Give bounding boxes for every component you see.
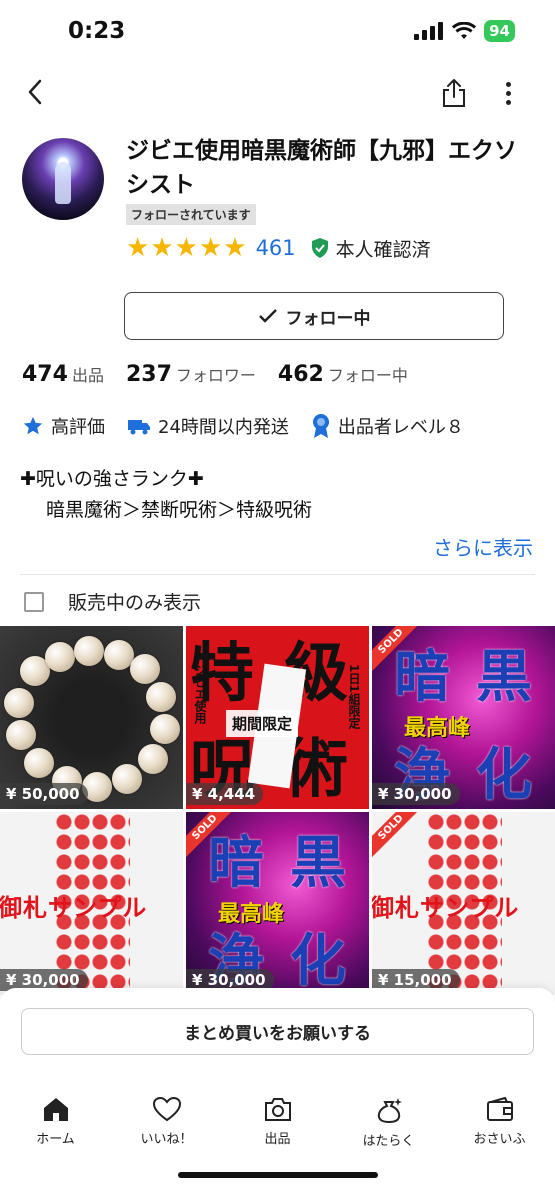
badge-label: 出品者レベル８ <box>337 417 464 438</box>
item-image-text: 黒 <box>476 644 532 710</box>
star-icon: ★ <box>223 233 247 263</box>
item-image-text: 御札サンプル <box>0 894 148 922</box>
wifi-icon <box>452 22 477 39</box>
tab-home[interactable]: ホーム <box>0 1096 111 1149</box>
more-icon[interactable] <box>501 76 515 110</box>
item-image-text: 暗 <box>394 644 450 710</box>
status-icons: 94 <box>414 20 515 42</box>
tab-work[interactable]: はたらく <box>333 1096 444 1149</box>
tab-sell[interactable]: 出品 <box>222 1096 333 1149</box>
signal-icon <box>414 22 444 40</box>
home-indicator <box>178 1172 378 1178</box>
on-sale-checkbox[interactable] <box>24 591 44 612</box>
nav-bar <box>0 64 555 120</box>
divider <box>20 574 535 575</box>
description-line: 暗黒魔術＞禁断呪術＞特級呪術 <box>46 499 313 521</box>
on-sale-filter-label: 販売中のみ表示 <box>68 592 202 614</box>
item-grid: ¥ 50,000 特 級 呪 術 ジビエ使用 1日1組限定 期間限定 ¥ 4,4… <box>0 626 555 995</box>
badge-label: 高評価 <box>51 417 105 438</box>
item-image-text: 御札サンプル <box>372 894 520 922</box>
tab-label: おさいふ <box>473 1132 526 1147</box>
shop-name: ジビエ使用暗黒魔術師【九邪】エクソシスト <box>126 138 517 198</box>
star-icon: ★ <box>150 233 174 263</box>
home-icon <box>43 1098 68 1121</box>
followers-label: フォロワー <box>175 366 256 385</box>
item-price: ¥ 50,000 <box>0 783 88 805</box>
star-icon: ★ <box>174 233 198 263</box>
item-price: ¥ 30,000 <box>372 783 460 805</box>
item-tile[interactable]: 暗 黒 最高峰 浄 化 SOLD ¥ 30,000 <box>372 626 555 809</box>
rating-count[interactable]: 461 <box>256 236 296 260</box>
badge-fast-shipping: 24時間以内発送 <box>127 413 289 439</box>
item-price: ¥ 4,444 <box>186 783 264 805</box>
tab-label: はたらく <box>362 1134 415 1149</box>
item-tile[interactable]: 御札サンプル SOLD ¥ 15,000 <box>372 812 555 995</box>
truck-icon <box>128 420 150 435</box>
star-icon: ★ <box>198 233 223 263</box>
following-count[interactable]: 462 <box>278 362 324 387</box>
followed-badge: フォローされています <box>126 204 256 225</box>
followers-count[interactable]: 237 <box>126 362 172 387</box>
bottom-sheet: まとめ買いをお願いする ホーム いいね！ 出品 はたらく おさいふ <box>0 988 555 1200</box>
bundle-purchase-button[interactable]: まとめ買いをお願いする <box>21 1008 534 1055</box>
seller-badges: 高評価 24時間以内発送 出品者レベル８ <box>22 413 486 439</box>
on-sale-filter[interactable]: 販売中のみ表示 <box>24 588 201 615</box>
star-icon <box>23 416 43 435</box>
description-line: ✚呪いの強さランク✚ <box>20 468 204 490</box>
wallet-icon <box>486 1096 513 1121</box>
listings-count[interactable]: 474 <box>22 362 68 387</box>
show-more-link[interactable]: さらに表示 <box>433 532 533 561</box>
tab-label: 出品 <box>264 1132 291 1147</box>
rating-row[interactable]: ★ ★ ★ ★ ★ 461 本人確認済 <box>126 234 431 262</box>
item-tile[interactable]: 特 級 呪 術 ジビエ使用 1日1組限定 期間限定 ¥ 4,444 <box>186 626 369 809</box>
tab-wallet[interactable]: おさいふ <box>444 1096 555 1149</box>
badge-label: 24時間以内発送 <box>158 417 289 438</box>
item-image-text: 期間限定 <box>226 710 299 737</box>
item-image-text: 1日1組限定 <box>347 664 361 729</box>
camera-icon <box>264 1098 291 1121</box>
status-bar: 0:23 94 <box>0 0 555 64</box>
shop-description: ✚呪いの強さランク✚ 暗黒魔術＞禁断呪術＞特級呪術 <box>20 464 312 526</box>
tab-likes[interactable]: いいね！ <box>111 1096 222 1149</box>
profile-header: ジビエ使用暗黒魔術師【九邪】エクソシスト フォローされています ★ ★ ★ ★ … <box>0 120 555 270</box>
money-bag-icon <box>377 1098 402 1124</box>
heart-icon <box>152 1096 181 1122</box>
item-image-text: ジビエ使用 <box>193 664 207 724</box>
check-icon <box>258 309 277 323</box>
tab-label: ホーム <box>36 1132 75 1147</box>
following-button[interactable]: フォロー中 <box>124 292 504 340</box>
badge-seller-level: 出品者レベル８ <box>311 413 464 439</box>
following-button-label: フォロー中 <box>285 308 371 329</box>
medal-icon <box>312 414 329 438</box>
share-icon[interactable] <box>439 76 469 110</box>
battery-indicator: 94 <box>484 20 515 42</box>
following-label: フォロー中 <box>327 366 408 385</box>
item-image-text: 黒 <box>290 830 346 896</box>
shop-stats: 474 出品 237 フォロワー 462 フォロー中 <box>22 362 430 387</box>
item-image-text: 化 <box>290 928 346 994</box>
sold-badge: SOLD <box>372 812 429 865</box>
item-tile[interactable]: ¥ 50,000 <box>0 626 183 809</box>
item-tile[interactable]: 暗 黒 最高峰 浄 化 SOLD ¥ 30,000 <box>186 812 369 995</box>
badge-high-rating: 高評価 <box>22 413 105 439</box>
item-tile[interactable]: 御札サンプル ¥ 30,000 <box>0 812 183 995</box>
status-time: 0:23 <box>68 18 126 44</box>
tab-label: いいね！ <box>140 1132 193 1147</box>
avatar[interactable] <box>22 138 104 220</box>
verified-shield-icon <box>311 238 328 258</box>
back-icon[interactable] <box>20 74 50 110</box>
verified-label: 本人確認済 <box>335 238 431 261</box>
item-image-text: 暗 <box>208 830 264 896</box>
tab-bar: ホーム いいね！ 出品 はたらく おさいふ <box>0 1096 555 1149</box>
listings-label: 出品 <box>71 366 104 385</box>
item-image-text: 化 <box>476 742 532 808</box>
star-icon: ★ <box>126 233 150 263</box>
